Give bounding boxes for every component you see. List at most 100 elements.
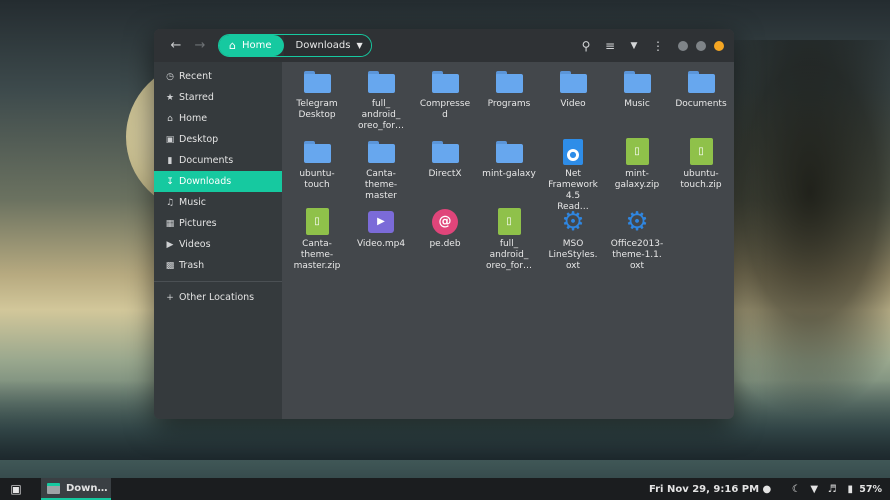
folder-icon bbox=[367, 70, 395, 93]
home-icon: ⌂ bbox=[167, 113, 173, 124]
file-label: Video bbox=[560, 99, 586, 109]
battery-icon[interactable]: ▮ bbox=[841, 484, 859, 495]
web-document-icon: ● bbox=[563, 138, 583, 165]
zip-archive-icon: ▯ bbox=[689, 138, 713, 165]
video-icon: ▶ bbox=[166, 239, 174, 250]
sidebar-item-desktop[interactable]: ▣ Desktop bbox=[154, 129, 282, 150]
battery-percentage: 57% bbox=[859, 483, 882, 495]
file-label: ubuntu-touch bbox=[299, 169, 335, 190]
file-item[interactable]: ● Net Framework 4.5 Read… bbox=[541, 138, 605, 213]
sidebar-item-downloads[interactable]: ↧ Downloads bbox=[154, 171, 282, 192]
file-item[interactable]: Documents bbox=[669, 68, 733, 110]
sidebar-item-starred[interactable]: ★ Starred bbox=[154, 87, 282, 108]
folder-icon bbox=[495, 70, 523, 93]
file-item[interactable]: @ pe.deb bbox=[413, 208, 477, 250]
menu-kebab-icon[interactable]: ⋮ bbox=[646, 39, 670, 53]
sidebar-item-label: Starred bbox=[179, 92, 214, 103]
file-grid: Telegram Desktop full_ android_ oreo_for… C… bbox=[282, 62, 734, 419]
folder-icon bbox=[559, 70, 587, 93]
sidebar-item-other-locations[interactable]: + Other Locations bbox=[154, 287, 282, 308]
folder-icon bbox=[431, 70, 459, 93]
forward-arrow-icon[interactable]: → bbox=[190, 36, 210, 56]
sidebar-divider bbox=[154, 281, 282, 282]
file-item[interactable]: Telegram Desktop bbox=[285, 68, 349, 121]
file-label: mint-galaxy bbox=[482, 169, 536, 179]
file-manager-icon bbox=[47, 482, 60, 494]
folder-icon bbox=[303, 70, 331, 93]
sidebar-item-label: Trash bbox=[179, 260, 205, 271]
file-item[interactable]: ▯ Canta-theme-master.zip bbox=[285, 208, 349, 272]
wifi-icon[interactable]: ▼ bbox=[805, 484, 823, 495]
file-item[interactable]: ▶ Video.mp4 bbox=[349, 208, 413, 250]
zip-archive-icon: ▯ bbox=[305, 208, 329, 235]
file-item[interactable]: DirectX bbox=[413, 138, 477, 180]
folder-icon bbox=[623, 70, 651, 93]
sidebar-item-documents[interactable]: ▮ Documents bbox=[154, 150, 282, 171]
back-arrow-icon[interactable]: ← bbox=[166, 36, 186, 56]
app-menu-icon[interactable]: ▣ bbox=[9, 482, 23, 496]
minimize-button[interactable] bbox=[678, 40, 688, 51]
file-item[interactable]: ⚙ MSO LineStyles. oxt bbox=[541, 208, 605, 272]
file-item[interactable]: Canta-theme-master bbox=[349, 138, 413, 202]
sidebar-item-music[interactable]: ♫ Music bbox=[154, 192, 282, 213]
file-label: Video.mp4 bbox=[356, 239, 406, 249]
file-label: Canta-theme-master bbox=[364, 169, 398, 201]
file-item[interactable]: Video bbox=[541, 68, 605, 110]
sidebar-item-trash[interactable]: ▩ Trash bbox=[154, 255, 282, 276]
sidebar-item-videos[interactable]: ▶ Videos bbox=[154, 234, 282, 255]
file-item[interactable]: ▯ mint-galaxy.zip bbox=[605, 138, 669, 191]
folder-icon bbox=[495, 140, 523, 163]
file-label: full_ android_ oreo_for… bbox=[486, 239, 532, 271]
file-item[interactable]: Programs bbox=[477, 68, 541, 110]
sidebar-item-label: Music bbox=[179, 197, 207, 208]
file-item[interactable]: Compresse d bbox=[413, 68, 477, 121]
file-label: Documents bbox=[675, 99, 727, 109]
headerbar: ← → ⌂ Home Downloads ▼ ⚲ ≡ ▼ ⋮ bbox=[154, 29, 734, 62]
chevron-down-icon[interactable]: ▼ bbox=[356, 35, 371, 56]
file-item[interactable]: Music bbox=[605, 68, 669, 110]
file-item[interactable]: mint-galaxy bbox=[477, 138, 541, 180]
file-item[interactable]: ubuntu-touch bbox=[285, 138, 349, 191]
volume-icon[interactable]: ♬ bbox=[823, 484, 841, 495]
task-label: Down… bbox=[66, 482, 108, 494]
file-manager-window: ← → ⌂ Home Downloads ▼ ⚲ ≡ ▼ ⋮ ◷ Recent ★… bbox=[154, 29, 734, 419]
maximize-button[interactable] bbox=[696, 40, 706, 51]
file-label: Music bbox=[624, 99, 650, 109]
taskbar-task-downloads[interactable]: Down… bbox=[41, 478, 111, 500]
search-icon[interactable]: ⚲ bbox=[574, 39, 598, 53]
extension-puzzle-icon: ⚙ bbox=[625, 206, 649, 237]
file-label: ubuntu-touch.zip bbox=[680, 169, 722, 190]
file-item[interactable]: ⚙ Office2013- theme-1.1. oxt bbox=[605, 208, 669, 272]
sidebar-item-label: Pictures bbox=[179, 218, 217, 229]
path-home-button[interactable]: ⌂ Home bbox=[219, 35, 284, 56]
sidebar-item-label: Documents bbox=[179, 155, 234, 166]
path-home-label: Home bbox=[241, 40, 272, 51]
file-label: MSO LineStyles. oxt bbox=[548, 239, 598, 271]
star-icon: ★ bbox=[165, 92, 175, 103]
zip-archive-icon: ▯ bbox=[497, 208, 521, 235]
folder-icon bbox=[687, 70, 715, 93]
clock[interactable]: Fri Nov 29, 9:16 PM ● bbox=[649, 484, 771, 495]
file-label: Compresse d bbox=[419, 99, 471, 120]
sort-dropdown-icon[interactable]: ▼ bbox=[622, 41, 646, 51]
file-label: Office2013- theme-1.1. oxt bbox=[610, 239, 664, 271]
file-item[interactable]: ▯ ubuntu-touch.zip bbox=[669, 138, 733, 191]
desktop-icon: ▣ bbox=[165, 134, 175, 145]
path-current-button[interactable]: Downloads bbox=[283, 35, 357, 56]
sidebar-item-recent[interactable]: ◷ Recent bbox=[154, 66, 282, 87]
path-current-label: Downloads bbox=[295, 40, 351, 51]
sidebar: ◷ Recent ★ Starred ⌂ Home ▣ Desktop ▮ Documen… bbox=[154, 62, 282, 419]
zip-archive-icon: ▯ bbox=[625, 138, 649, 165]
file-label: Telegram Desktop bbox=[296, 99, 338, 120]
headerbar-actions: ⚲ ≡ ▼ ⋮ bbox=[574, 39, 724, 53]
file-item[interactable]: ▯ full_ android_ oreo_for… bbox=[477, 208, 541, 272]
sidebar-item-pictures[interactable]: ▦ Pictures bbox=[154, 213, 282, 234]
picture-icon: ▦ bbox=[165, 218, 175, 229]
file-item[interactable]: full_ android_ oreo_for… bbox=[349, 68, 413, 132]
taskbar: ▣ Down… Fri Nov 29, 9:16 PM ● ☾ ▼ ♬ ▮ 57… bbox=[0, 478, 890, 500]
view-list-icon[interactable]: ≡ bbox=[598, 39, 622, 53]
sidebar-item-home[interactable]: ⌂ Home bbox=[154, 108, 282, 129]
music-icon: ♫ bbox=[165, 197, 175, 208]
close-button[interactable] bbox=[714, 40, 724, 51]
night-mode-icon[interactable]: ☾ bbox=[787, 484, 805, 495]
